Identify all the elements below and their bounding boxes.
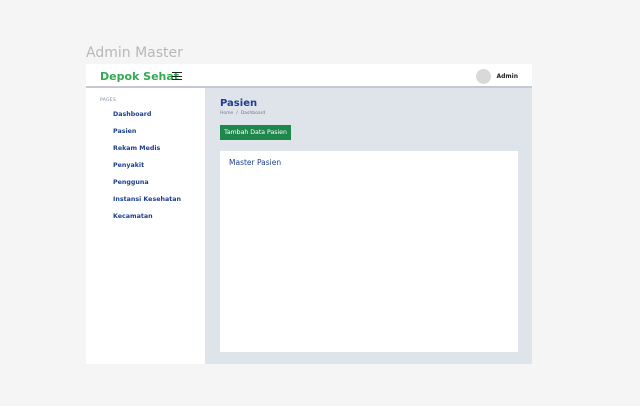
sidebar-item-instansi-kesehatan[interactable]: Instansi Kesehatan xyxy=(113,196,181,203)
sidebar: PAGES Dashboard Pasien Rekam Medis Penya… xyxy=(86,88,205,364)
avatar[interactable] xyxy=(476,68,492,84)
sidebar-heading: PAGES xyxy=(100,98,117,103)
top-bar: Depok Sehat Admin xyxy=(86,64,532,88)
main-content: Pasien Home / Dashboard Tambah Data Pasi… xyxy=(205,88,532,364)
sidebar-item-pasien[interactable]: Pasien xyxy=(113,128,136,135)
add-patient-button[interactable]: Tambah Data Pasien xyxy=(220,125,291,140)
user-name: Admin xyxy=(496,72,518,80)
sidebar-item-penyakit[interactable]: Penyakit xyxy=(113,162,144,169)
breadcrumb-home[interactable]: Home xyxy=(220,111,233,116)
hamburger-menu-icon[interactable] xyxy=(172,72,182,81)
sidebar-item-kecamatan[interactable]: Kecamatan xyxy=(113,213,153,220)
patient-card: Master Pasien xyxy=(220,151,518,352)
sidebar-item-dashboard[interactable]: Dashboard xyxy=(113,111,151,118)
frame-label: Admin Master xyxy=(86,45,183,61)
app-window: Depok Sehat Admin PAGES Dashboard Pasien… xyxy=(86,64,532,364)
user-menu[interactable]: Admin xyxy=(476,68,518,84)
breadcrumb-current: Dashboard xyxy=(240,111,266,116)
sidebar-item-rekam-medis[interactable]: Rekam Medis xyxy=(113,145,160,152)
card-title: Master Pasien xyxy=(229,158,282,167)
brand-logo[interactable]: Depok Sehat xyxy=(100,70,179,83)
breadcrumb-separator: / xyxy=(236,111,238,116)
breadcrumb: Home / Dashboard xyxy=(220,111,265,116)
page-title: Pasien xyxy=(220,98,258,109)
sidebar-item-pengguna[interactable]: Pengguna xyxy=(113,179,149,186)
